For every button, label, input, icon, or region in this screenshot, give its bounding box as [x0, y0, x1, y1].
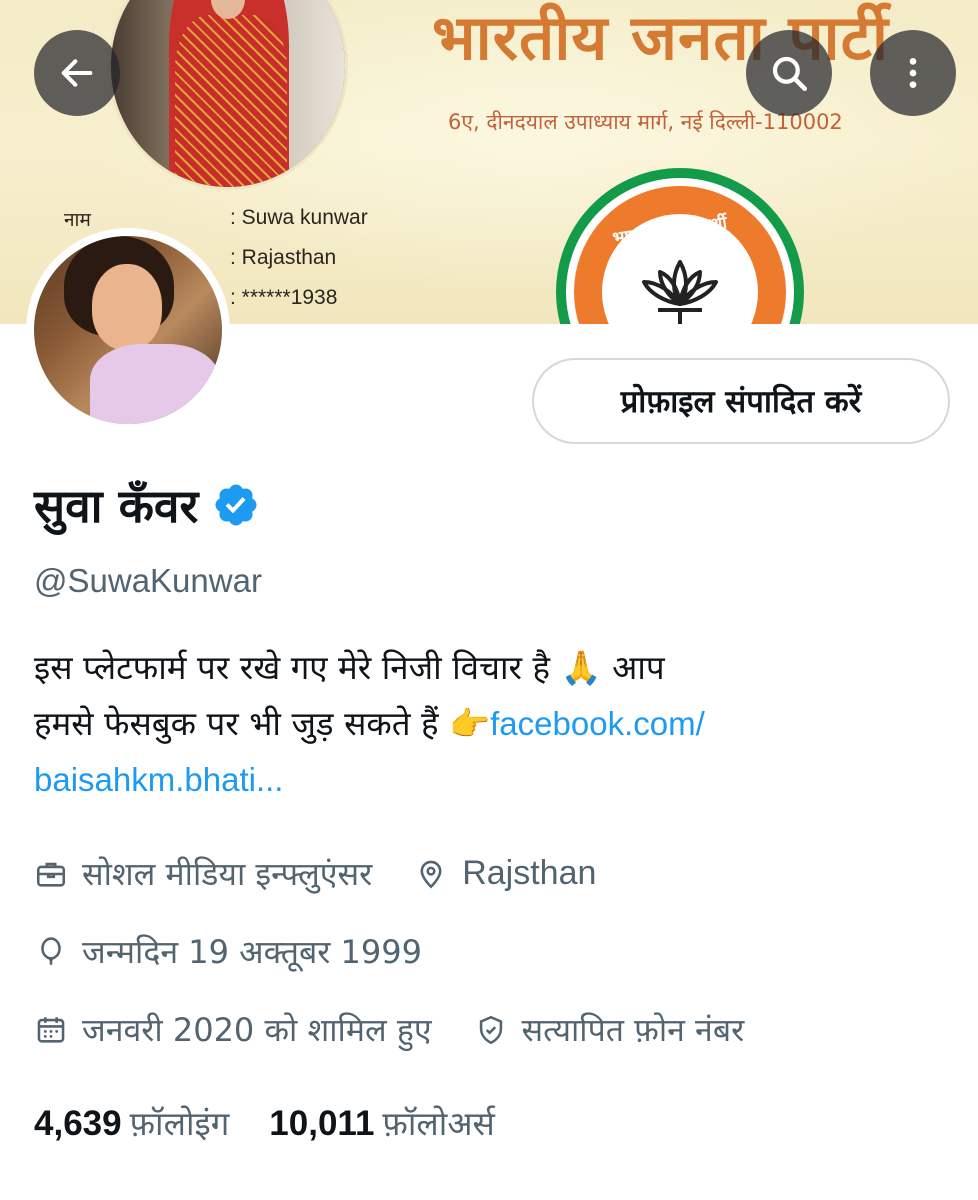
- bio-facebook-link-cont[interactable]: baisahkm.bhati...: [34, 752, 934, 808]
- meta-birthday: जन्मदिन 19 अक्तूबर 1999: [34, 930, 422, 973]
- edit-profile-button[interactable]: प्रोफ़ाइल संपादित करें: [532, 358, 950, 444]
- following-label: फ़ॉलोइंग: [129, 1104, 230, 1143]
- lotus-icon: [642, 260, 718, 324]
- meta-verified-phone[interactable]: सत्यापित फ़ोन नंबर: [474, 1008, 745, 1051]
- shield-check-icon: [479, 1015, 502, 1044]
- profile-name-row: सुवा कँवर: [34, 474, 260, 536]
- following-count: 4,639: [34, 1104, 122, 1143]
- banner-portrait-photo: [108, 0, 348, 190]
- location-pin-icon: [420, 860, 442, 889]
- detail-number-value: : ******1938: [230, 286, 338, 309]
- display-name: सुवा कँवर: [34, 479, 199, 533]
- more-vertical-icon: [909, 58, 917, 88]
- meta-joined-text: जनवरी 2020 को शामिल हुए: [82, 1011, 432, 1049]
- meta-profession-text: सोशल मीडिया इन्फ्लुएंसर: [82, 855, 373, 893]
- profile-bio: इस प्लेटफार्म पर रखे गए मेरे निजी विचार …: [34, 640, 934, 808]
- briefcase-icon: [36, 862, 66, 887]
- meta-joined: जनवरी 2020 को शामिल हुए: [34, 1008, 432, 1051]
- more-options-button[interactable]: [870, 30, 956, 116]
- profile-meta-row-1: सोशल मीडिया इन्फ्लुएंसर Rajsthan: [34, 852, 596, 895]
- followers-count: 10,011: [269, 1104, 375, 1143]
- search-button[interactable]: [746, 30, 832, 116]
- avatar-photo: [34, 236, 222, 424]
- profile-meta-row-2: जन्मदिन 19 अक्तूबर 1999: [34, 930, 422, 973]
- bio-line-2: हमसे फेसबुक पर भी जुड़ सकते हैं 👉faceboo…: [34, 696, 934, 752]
- bio-facebook-link[interactable]: facebook.com/: [490, 705, 705, 742]
- meta-verified-phone-text: सत्यापित फ़ोन नंबर: [521, 1011, 745, 1049]
- detail-name-label: नाम: [64, 209, 91, 231]
- bio-line-1: इस प्लेटफार्म पर रखे गए मेरे निजी विचार …: [34, 648, 665, 687]
- balloon-icon: [41, 936, 61, 965]
- bio-line-2-text: हमसे फेसबुक पर भी जुड़ सकते हैं 👉: [34, 704, 491, 743]
- detail-name-value: : Suwa kunwar: [230, 206, 368, 229]
- profile-meta-row-3: जनवरी 2020 को शामिल हुए सत्यापित फ़ोन नं…: [34, 1008, 744, 1051]
- followers-label: फ़ॉलोअर्स: [382, 1104, 495, 1143]
- profile-avatar[interactable]: [26, 228, 230, 432]
- back-button[interactable]: [34, 30, 120, 116]
- calendar-icon: [37, 1016, 65, 1043]
- followers-link[interactable]: 10,011 फ़ॉलोअर्स: [269, 1100, 495, 1145]
- following-link[interactable]: 4,639 फ़ॉलोइंग: [34, 1100, 229, 1145]
- meta-location: Rajsthan: [414, 854, 596, 893]
- search-icon: [772, 56, 808, 92]
- meta-birthday-text: जन्मदिन 19 अक्तूबर 1999: [82, 933, 422, 971]
- meta-profession: सोशल मीडिया इन्फ्लुएंसर: [34, 852, 372, 895]
- verified-badge-icon[interactable]: [212, 481, 260, 529]
- profile-handle: @SuwaKunwar: [34, 562, 262, 599]
- meta-location-text: Rajsthan: [462, 854, 597, 892]
- arrow-left-icon: [61, 59, 93, 87]
- profile-stats: 4,639 फ़ॉलोइंग 10,011 फ़ॉलोअर्स: [34, 1100, 495, 1145]
- detail-state-value: : Rajasthan: [230, 246, 337, 269]
